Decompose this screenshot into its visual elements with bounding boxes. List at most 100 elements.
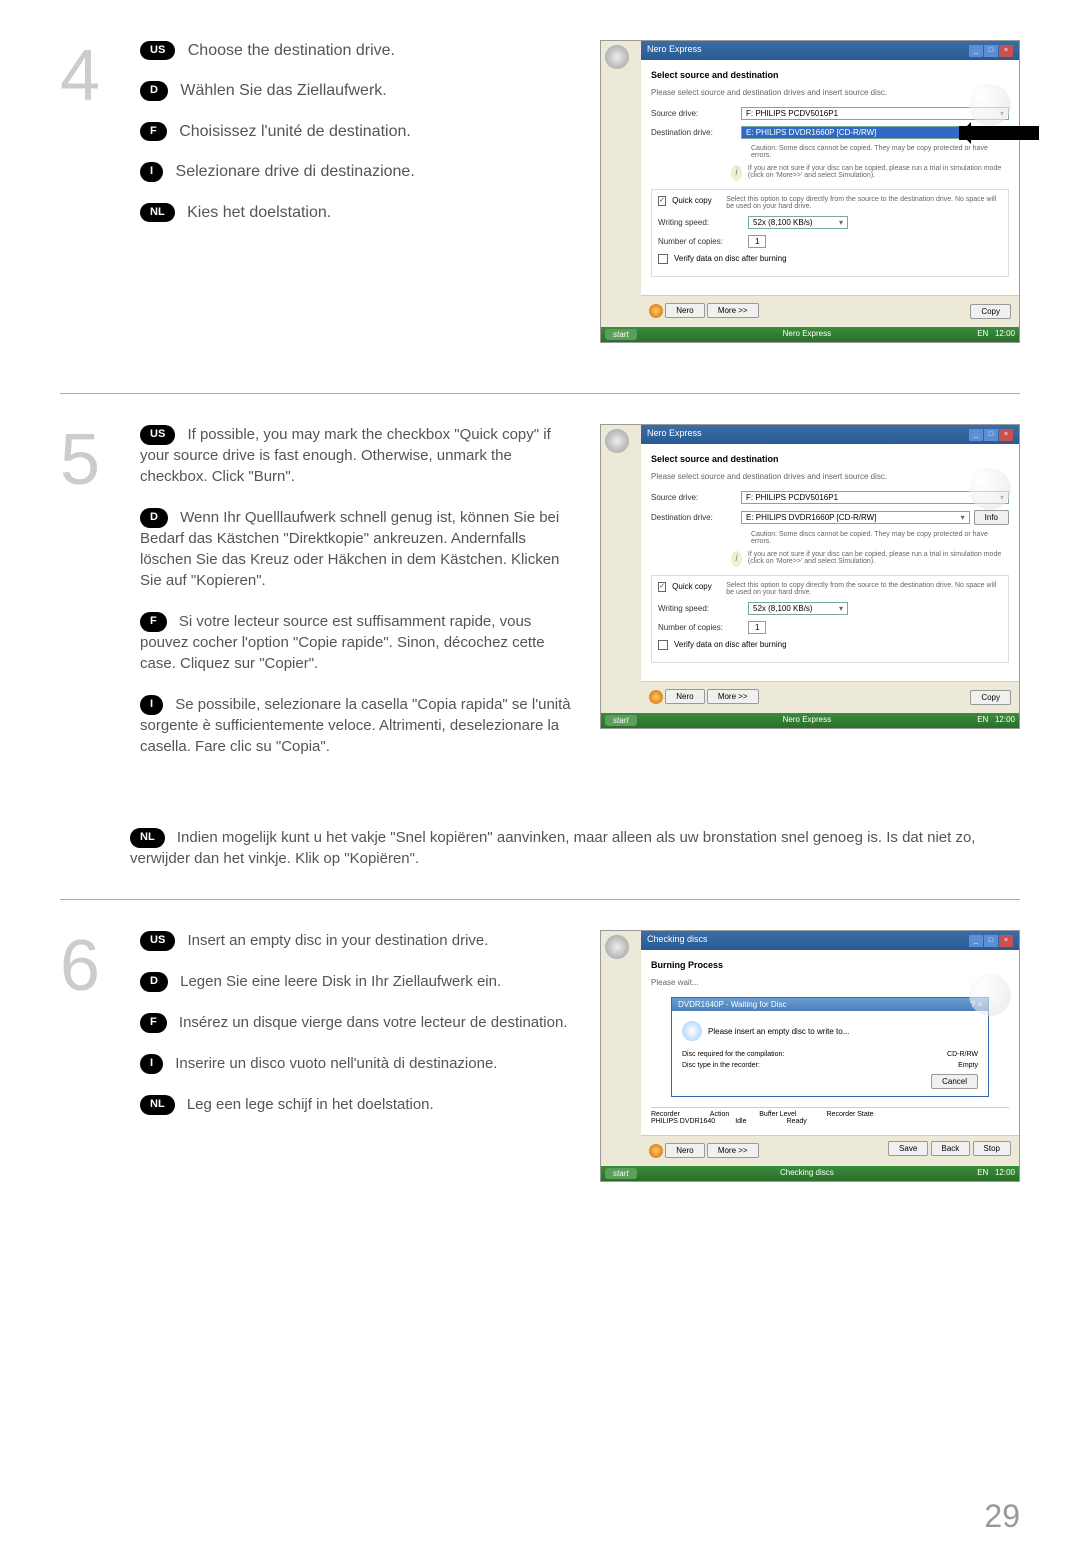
source-label: Source drive: — [651, 493, 741, 502]
text-i: Inserire un disco vuoto nell'unità di de… — [175, 1055, 497, 1072]
nero-button[interactable]: Nero — [665, 689, 704, 704]
text-f: Insérez un disque vierge dans votre lect… — [179, 1014, 568, 1031]
button-row: Nero More >> Save Back Stop — [641, 1135, 1019, 1166]
start-button[interactable]: start — [605, 329, 637, 340]
badge-nl: NL — [130, 828, 165, 847]
text-i: Selezionare drive di destinazione. — [176, 163, 415, 180]
quick-copy-desc: Select this option to copy directly from… — [726, 582, 1002, 596]
writing-speed-dropdown[interactable]: 52x (8,100 KB/s) — [748, 602, 848, 615]
maximize-icon[interactable]: □ — [984, 429, 998, 441]
dest-label: Destination drive: — [651, 513, 741, 522]
copies-spinner[interactable]: 1 — [748, 621, 766, 634]
close-icon[interactable]: × — [999, 45, 1013, 57]
maximize-icon[interactable]: □ — [984, 45, 998, 57]
button-row: Nero More >> Copy — [641, 681, 1019, 713]
save-button[interactable]: Save — [888, 1141, 928, 1156]
more-button[interactable]: More >> — [707, 689, 759, 704]
quick-copy-checkbox[interactable]: ✓ — [658, 196, 666, 206]
nero-sidebar — [601, 425, 641, 457]
instruction-nl: NL Leg een lege schijf in het doelstatio… — [140, 1094, 580, 1115]
info-icon: i — [731, 165, 742, 181]
minimize-icon[interactable]: _ — [969, 429, 983, 441]
window-controls: _□× — [968, 934, 1013, 947]
instruction-d: D Legen Sie eine leere Disk in Ihr Ziell… — [140, 971, 580, 992]
decor-disc-icon — [969, 974, 1011, 1016]
verify-checkbox[interactable] — [658, 640, 668, 650]
text-us: Choose the destination drive. — [188, 42, 395, 59]
help-icon[interactable] — [649, 1144, 663, 1158]
help-icon[interactable] — [649, 690, 663, 704]
instruction-nl-fullwidth: NL Indien mogelijk kunt u het vakje "Sne… — [130, 827, 1020, 869]
badge-us: US — [140, 41, 175, 60]
more-button[interactable]: More >> — [707, 303, 759, 318]
copies-label: Number of copies: — [658, 623, 748, 632]
waiting-dialog: DVDR1640P - Waiting for Disc ? × Please … — [671, 997, 989, 1097]
window-titlebar: Checking discs _□× — [641, 931, 1019, 950]
decor-disc-icon — [969, 468, 1011, 510]
window-titlebar: Nero Express _□× — [641, 425, 1019, 444]
disc-req-label: Disc required for the compilation: — [682, 1051, 784, 1058]
action-col: Action — [710, 1111, 729, 1118]
taskbar-item[interactable]: Nero Express — [783, 715, 831, 726]
recorder-val: PHILIPS DVDR1640 — [651, 1118, 715, 1125]
disc-icon — [682, 1021, 702, 1041]
instruction-us: US If possible, you may mark the checkbo… — [140, 424, 580, 487]
divider — [60, 899, 1020, 900]
step-4-section: 4 US Choose the destination drive. D Wäh… — [60, 40, 1020, 343]
copy-button[interactable]: Copy — [970, 690, 1011, 705]
quick-copy-label: Quick copy — [672, 582, 726, 591]
copies-spinner[interactable]: 1 — [748, 235, 766, 248]
dialog-title-text: DVDR1640P - Waiting for Disc — [678, 1000, 786, 1009]
window-title: Nero Express — [647, 44, 702, 57]
nero-screenshot-1: Nero Express _□× Select source and desti… — [600, 40, 1020, 343]
info-button[interactable]: Info — [974, 510, 1009, 525]
text-nl: Indien mogelijk kunt u het vakje "Snel k… — [130, 829, 975, 867]
instruction-f: F Choisissez l'unité de destination. — [140, 121, 580, 143]
screenshot-column: Nero Express _□× Select source and desti… — [600, 424, 1020, 777]
start-button[interactable]: start — [605, 715, 637, 726]
badge-f: F — [140, 122, 167, 141]
recorder-col: Recorder — [651, 1111, 680, 1118]
writing-speed-dropdown[interactable]: 52x (8,100 KB/s) — [748, 216, 848, 229]
text-column: US Insert an empty disc in your destinat… — [140, 930, 580, 1182]
state-col: Recorder State — [827, 1111, 874, 1118]
close-icon[interactable]: × — [999, 935, 1013, 947]
nero-sidebar — [601, 41, 641, 73]
minimize-icon[interactable]: _ — [969, 45, 983, 57]
verify-label: Verify data on disc after burning — [674, 640, 787, 649]
text-us: Insert an empty disc in your destination… — [187, 932, 488, 949]
quick-copy-checkbox[interactable]: ✓ — [658, 582, 666, 592]
info-icon: i — [731, 551, 742, 567]
cancel-button[interactable]: Cancel — [931, 1074, 978, 1089]
back-button[interactable]: Back — [931, 1141, 971, 1156]
nero-button[interactable]: Nero — [665, 303, 704, 318]
dest-dropdown[interactable]: E: PHILIPS DVDR1660P [CD-R/RW] — [741, 511, 970, 524]
nero-button[interactable]: Nero — [665, 1143, 704, 1158]
taskbar-item[interactable]: Checking discs — [780, 1168, 834, 1179]
pointer-arrow-icon — [959, 126, 1039, 140]
quick-copy-label: Quick copy — [672, 196, 726, 205]
stop-button[interactable]: Stop — [973, 1141, 1011, 1156]
more-button[interactable]: More >> — [707, 1143, 759, 1158]
nero-sidebar — [601, 931, 641, 963]
step-number: 6 — [60, 930, 110, 1182]
start-button[interactable]: start — [605, 1168, 637, 1179]
copy-button[interactable]: Copy — [970, 304, 1011, 319]
close-icon[interactable]: × — [999, 429, 1013, 441]
verify-checkbox[interactable] — [658, 254, 668, 264]
button-row: Nero More >> Copy — [641, 295, 1019, 327]
help-icon[interactable] — [649, 304, 663, 318]
dialog-titlebar: DVDR1640P - Waiting for Disc ? × — [672, 998, 988, 1011]
section-title: Select source and destination — [651, 454, 1009, 464]
minimize-icon[interactable]: _ — [969, 935, 983, 947]
source-row: Source drive: F: PHILIPS PCDV5016P1 — [651, 107, 1009, 120]
tray-area: EN 12:00 — [977, 1168, 1015, 1179]
instruction-i: I Selezionare drive di destinazione. — [140, 161, 580, 183]
verify-label: Verify data on disc after burning — [674, 254, 787, 263]
badge-us: US — [140, 425, 175, 444]
tray-area: EN 12:00 — [977, 329, 1015, 340]
taskbar-item[interactable]: Nero Express — [783, 329, 831, 340]
badge-d: D — [140, 81, 168, 100]
text-column: US Choose the destination drive. D Wähle… — [140, 40, 580, 343]
maximize-icon[interactable]: □ — [984, 935, 998, 947]
